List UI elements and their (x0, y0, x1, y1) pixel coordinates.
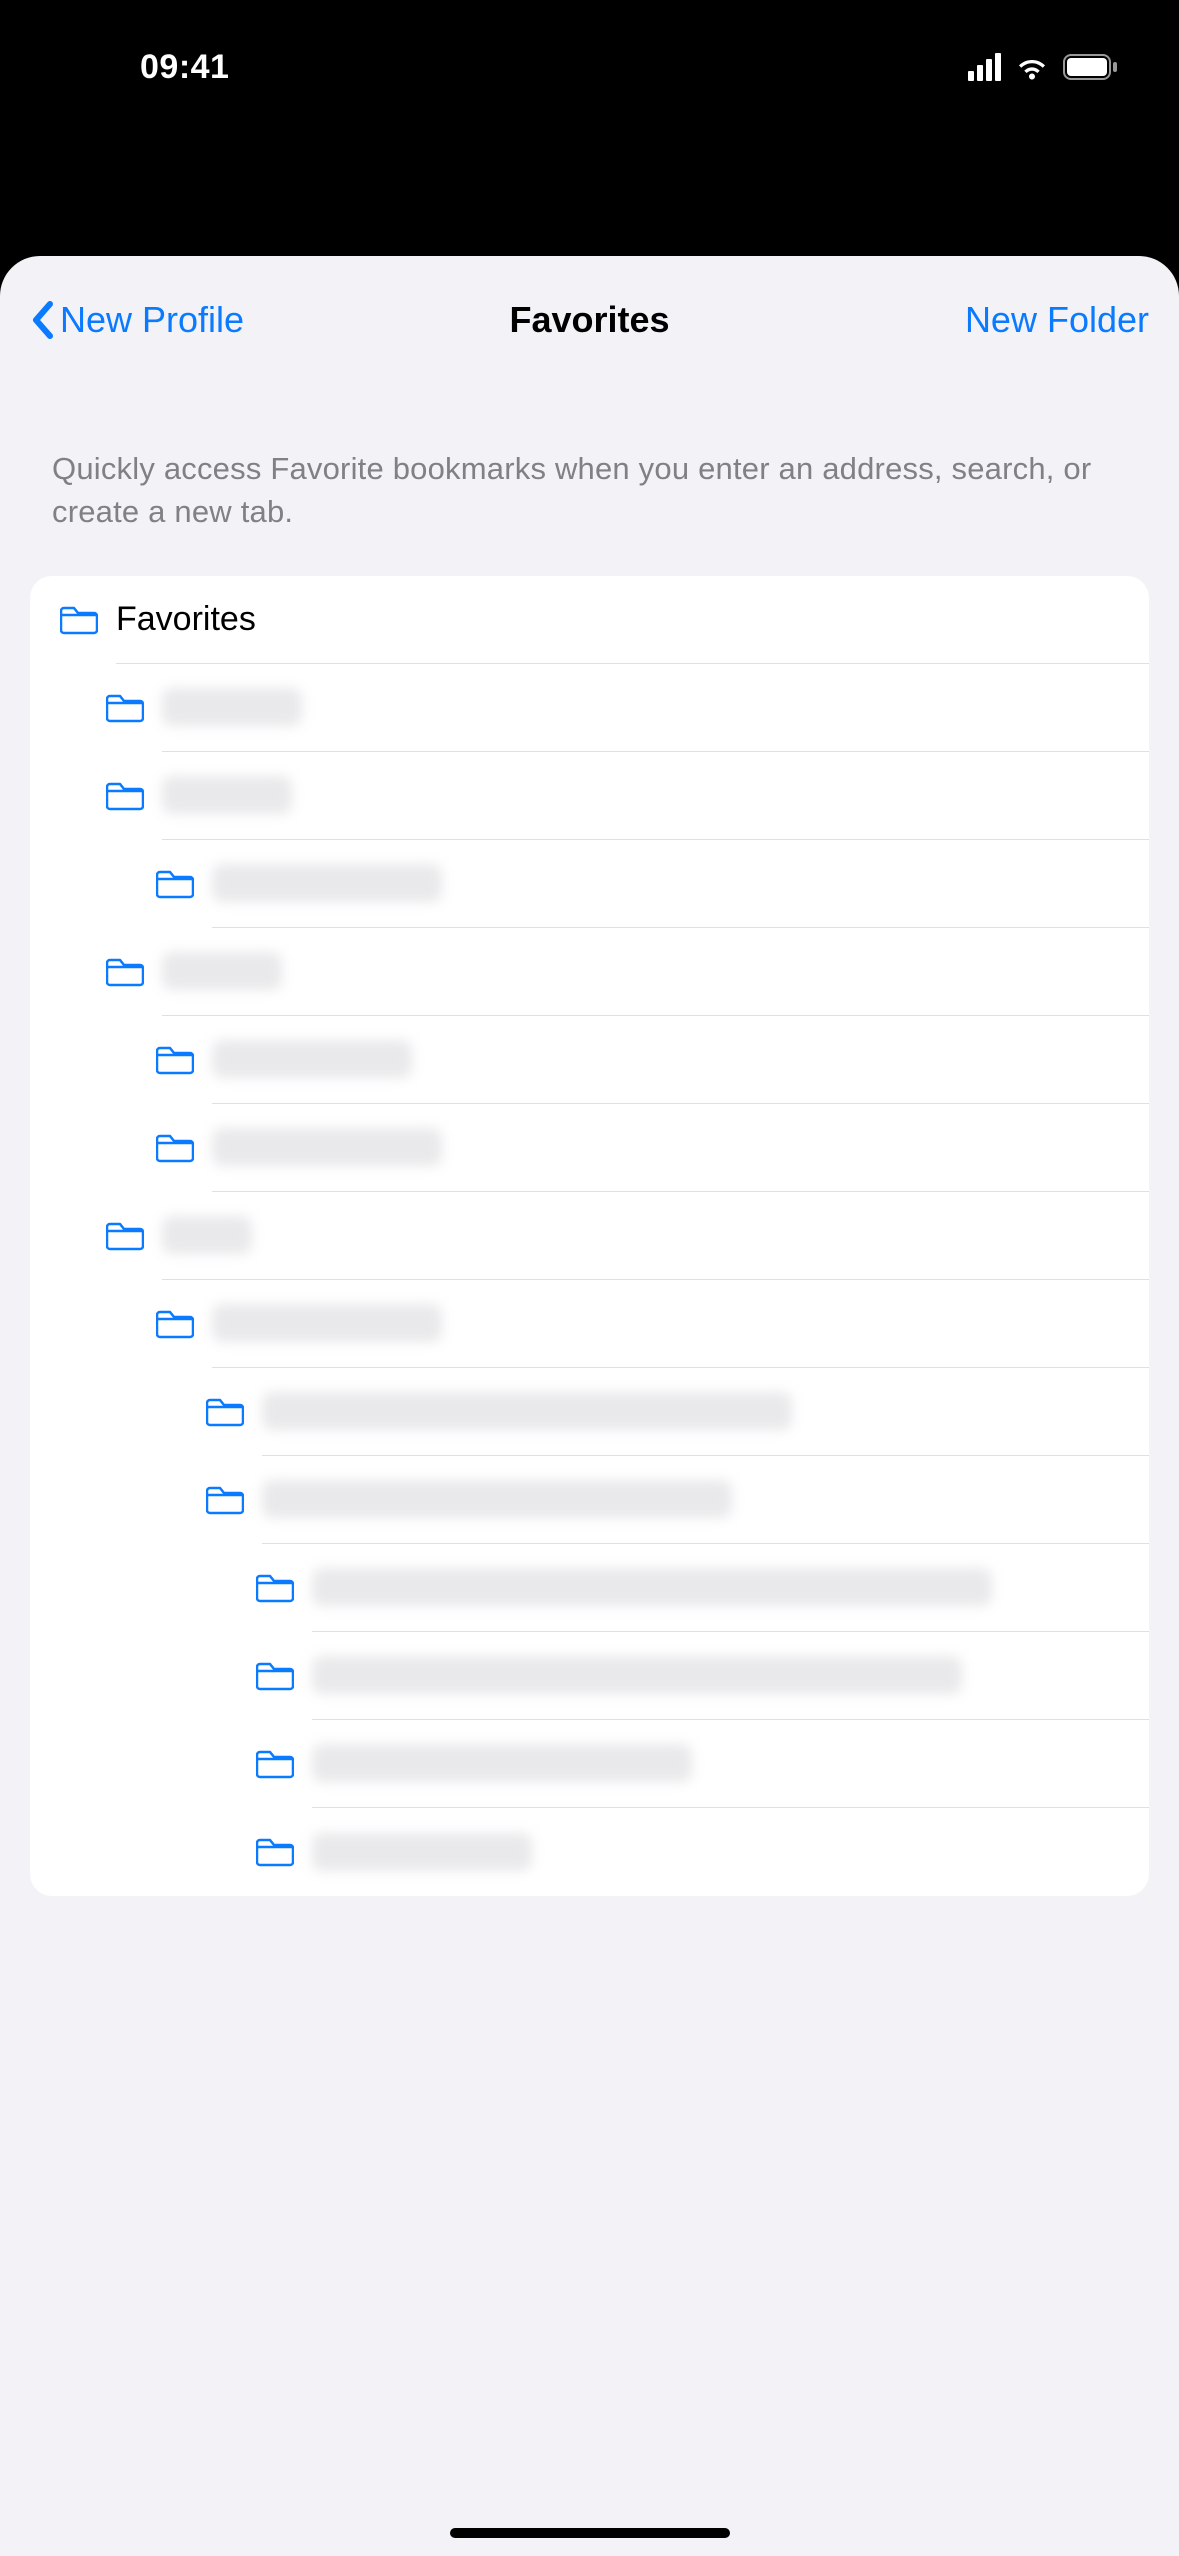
folder-row-content (162, 664, 1149, 752)
folder-row[interactable] (30, 1192, 1149, 1280)
status-indicators (968, 53, 1119, 81)
folder-icon (106, 693, 162, 723)
folder-row-content: Favorites (116, 576, 1149, 664)
new-folder-button[interactable]: New Folder (965, 299, 1149, 341)
folder-icon (106, 781, 162, 811)
folder-icon (156, 869, 212, 899)
chevron-left-icon (30, 300, 54, 340)
wifi-icon (1015, 54, 1049, 80)
folder-label-obscured (262, 1480, 732, 1518)
folder-row[interactable] (30, 840, 1149, 928)
folder-icon (106, 1221, 162, 1251)
folder-row[interactable] (30, 928, 1149, 1016)
folder-row[interactable]: Favorites (30, 576, 1149, 664)
folder-icon (106, 957, 162, 987)
folder-row-content (312, 1632, 1149, 1720)
folder-icon (206, 1397, 262, 1427)
folder-label-obscured (262, 1392, 792, 1430)
folder-icon (256, 1661, 312, 1691)
folder-label-obscured (312, 1744, 692, 1782)
folder-row-content (162, 1192, 1149, 1280)
folder-row[interactable] (30, 752, 1149, 840)
back-button[interactable]: New Profile (30, 299, 244, 341)
folder-row[interactable] (30, 1808, 1149, 1896)
folder-row-content (212, 840, 1149, 928)
folder-label: Favorites (116, 600, 256, 639)
status-time: 09:41 (140, 48, 229, 87)
folder-icon (156, 1309, 212, 1339)
folder-label-obscured (312, 1656, 962, 1694)
folder-row-content (312, 1720, 1149, 1808)
folder-row-content (162, 752, 1149, 840)
folder-label-obscured (162, 1216, 252, 1254)
folder-row-content (212, 1104, 1149, 1192)
folder-row-content (262, 1456, 1149, 1544)
folder-row-content (212, 1016, 1149, 1104)
folder-label-obscured (212, 1304, 442, 1342)
folder-label-obscured (212, 1128, 442, 1166)
folder-row[interactable] (30, 1368, 1149, 1456)
battery-icon (1063, 54, 1119, 80)
cellular-signal-icon (968, 53, 1001, 81)
folder-label-obscured (162, 776, 292, 814)
status-bar: 09:41 (0, 0, 1179, 110)
folder-icon (156, 1045, 212, 1075)
folder-icon (256, 1749, 312, 1779)
folder-label-obscured (212, 1040, 412, 1078)
folder-row[interactable] (30, 664, 1149, 752)
description-text: Quickly access Favorite bookmarks when y… (0, 384, 1179, 576)
folder-row-content (212, 1280, 1149, 1368)
folder-label-obscured (212, 864, 442, 902)
folder-row-content (162, 928, 1149, 1016)
folder-icon (256, 1573, 312, 1603)
favorites-sheet: New Profile Favorites New Folder Quickly… (0, 256, 1179, 2556)
folder-icon (256, 1837, 312, 1867)
folder-row-content (312, 1808, 1149, 1896)
folder-label-obscured (312, 1568, 992, 1606)
folder-row[interactable] (30, 1720, 1149, 1808)
folder-row[interactable] (30, 1456, 1149, 1544)
folder-icon (206, 1485, 262, 1515)
home-indicator[interactable] (450, 2528, 730, 2538)
folder-row[interactable] (30, 1016, 1149, 1104)
folder-label-obscured (162, 688, 302, 726)
folder-row-content (262, 1368, 1149, 1456)
folder-icon (156, 1133, 212, 1163)
folder-row[interactable] (30, 1280, 1149, 1368)
folder-icon (60, 605, 116, 635)
folder-row-content (312, 1544, 1149, 1632)
folder-label-obscured (162, 952, 282, 990)
folder-list: Favorites (30, 576, 1149, 1896)
back-label: New Profile (60, 299, 244, 341)
folder-row[interactable] (30, 1104, 1149, 1192)
folder-row[interactable] (30, 1632, 1149, 1720)
folder-row[interactable] (30, 1544, 1149, 1632)
nav-bar: New Profile Favorites New Folder (0, 256, 1179, 384)
folder-label-obscured (312, 1833, 532, 1871)
